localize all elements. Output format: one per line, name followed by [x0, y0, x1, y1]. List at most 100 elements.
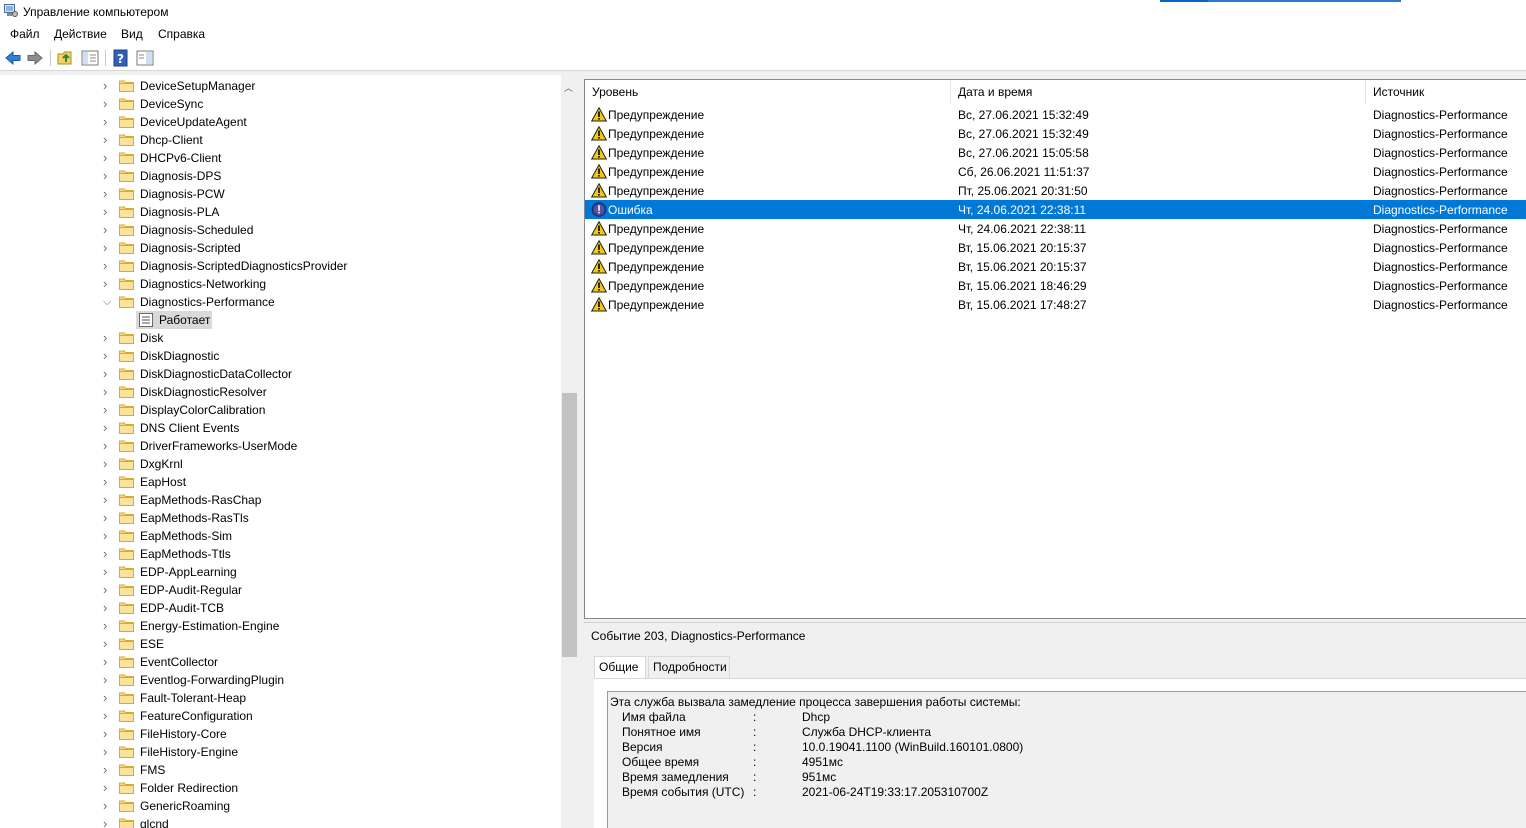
tree-item-folder[interactable]: › ESE — [0, 635, 560, 653]
tree-item-folder[interactable]: › Eventlog-ForwardingPlugin — [0, 671, 560, 689]
tree-item-folder[interactable]: › GenericRoaming — [0, 797, 560, 815]
tab-general[interactable]: Общие — [594, 656, 646, 679]
chevron-right-icon[interactable]: › — [103, 403, 113, 416]
chevron-right-icon[interactable]: › — [103, 421, 113, 434]
chevron-right-icon[interactable]: › — [103, 547, 113, 560]
tree-scrollbar[interactable]: ︿ — [561, 75, 578, 828]
tree-item-folder[interactable]: › EDP-Audit-Regular — [0, 581, 560, 599]
tree-item-folder[interactable]: › Diagnostics-Networking — [0, 275, 560, 293]
tree-item-folder[interactable]: › FeatureConfiguration — [0, 707, 560, 725]
tree-item-folder[interactable]: › Diagnosis-ScriptedDiagnosticsProvider — [0, 257, 560, 275]
tree-item-folder[interactable]: › EDP-Audit-TCB — [0, 599, 560, 617]
tree-item-folder[interactable]: › Disk — [0, 329, 560, 347]
chevron-right-icon[interactable]: › — [103, 745, 113, 758]
tree-item-folder[interactable]: › Diagnosis-PCW — [0, 185, 560, 203]
chevron-right-icon[interactable]: › — [103, 385, 113, 398]
chevron-right-icon[interactable]: › — [103, 709, 113, 722]
chevron-right-icon[interactable]: › — [103, 79, 113, 92]
show-hide-tree-icon[interactable] — [81, 49, 99, 67]
tree-item-folder[interactable]: › EapMethods-RasChap — [0, 491, 560, 509]
chevron-right-icon[interactable]: › — [103, 475, 113, 488]
pane-splitter[interactable] — [578, 75, 583, 828]
chevron-right-icon[interactable]: › — [103, 331, 113, 344]
chevron-right-icon[interactable]: › — [103, 691, 113, 704]
event-row[interactable]: Предупреждение Чт, 24.06.2021 22:38:11 Dia… — [585, 219, 1526, 238]
event-row[interactable]: Предупреждение Пт, 25.06.2021 20:31:50 Dia… — [585, 181, 1526, 200]
tree-item-folder[interactable]: › DiskDiagnosticResolver — [0, 383, 560, 401]
chevron-right-icon[interactable]: › — [103, 619, 113, 632]
event-row[interactable]: Предупреждение Вт, 15.06.2021 18:46:29 Dia… — [585, 276, 1526, 295]
chevron-right-icon[interactable]: › — [103, 601, 113, 614]
tree-item-folder[interactable]: › DriverFrameworks-UserMode — [0, 437, 560, 455]
tree-item-folder[interactable]: › DiskDiagnostic — [0, 347, 560, 365]
tree-item-folder[interactable]: › DxgKrnl — [0, 455, 560, 473]
tree-item-folder[interactable]: › Dhcp-Client — [0, 131, 560, 149]
back-arrow-icon[interactable] — [4, 49, 22, 67]
menu-action[interactable]: Действие — [54, 27, 107, 41]
tree-item-folder[interactable]: › EventCollector — [0, 653, 560, 671]
event-row[interactable]: Предупреждение Вс, 27.06.2021 15:32:49 Dia… — [585, 124, 1526, 143]
tree-item-folder[interactable]: › Fault-Tolerant-Heap — [0, 689, 560, 707]
tree-item-folder[interactable]: › EapMethods-Sim — [0, 527, 560, 545]
tree-item-folder[interactable]: › EapMethods-RasTls — [0, 509, 560, 527]
tree-item-folder[interactable]: › DeviceSetupManager — [0, 77, 560, 95]
column-date-time[interactable]: Дата и время — [951, 80, 1366, 104]
chevron-right-icon[interactable]: › — [103, 277, 113, 290]
chevron-right-icon[interactable]: › — [103, 241, 113, 254]
chevron-right-icon[interactable]: › — [103, 817, 113, 828]
event-row[interactable]: Предупреждение Вт, 15.06.2021 20:15:37 Dia… — [585, 238, 1526, 257]
chevron-right-icon[interactable]: › — [103, 673, 113, 686]
tree-item-folder[interactable]: › glcnd — [0, 815, 560, 828]
tree-item-folder[interactable]: › EapHost — [0, 473, 560, 491]
up-folder-icon[interactable] — [57, 49, 75, 67]
tree-item-folder[interactable]: › Diagnosis-Scheduled — [0, 221, 560, 239]
chevron-right-icon[interactable]: › — [103, 493, 113, 506]
forward-arrow-icon[interactable] — [26, 49, 44, 67]
tree-scrollbar-thumb[interactable] — [562, 393, 577, 657]
event-row[interactable]: Предупреждение Вт, 15.06.2021 20:15:37 Dia… — [585, 257, 1526, 276]
tree-item-folder[interactable]: › Diagnosis-DPS — [0, 167, 560, 185]
chevron-right-icon[interactable]: › — [103, 187, 113, 200]
chevron-right-icon[interactable]: › — [103, 97, 113, 110]
event-row[interactable]: Предупреждение Вс, 27.06.2021 15:32:49 Dia… — [585, 105, 1526, 124]
chevron-right-icon[interactable]: › — [103, 259, 113, 272]
tree-item-folder[interactable]: › FileHistory-Core — [0, 725, 560, 743]
chevron-right-icon[interactable]: › — [103, 349, 113, 362]
chevron-right-icon[interactable]: › — [103, 655, 113, 668]
chevron-right-icon[interactable]: › — [103, 133, 113, 146]
event-description[interactable]: Эта служба вызвала замедление процесса з… — [607, 691, 1526, 828]
event-row[interactable]: Ошибка Чт, 24.06.2021 22:38:11 Diagnostics… — [585, 200, 1526, 219]
tree-item-folder[interactable]: › EDP-AppLearning — [0, 563, 560, 581]
chevron-right-icon[interactable]: › — [103, 781, 113, 794]
chevron-right-icon[interactable]: › — [103, 565, 113, 578]
event-row[interactable]: Предупреждение Вт, 15.06.2021 17:48:27 Dia… — [585, 295, 1526, 314]
column-level[interactable]: Уровень — [585, 80, 951, 104]
tree-item-folder[interactable]: › DeviceSync — [0, 95, 560, 113]
chevron-right-icon[interactable]: › — [103, 727, 113, 740]
chevron-right-icon[interactable]: › — [103, 529, 113, 542]
event-row[interactable]: Предупреждение Вс, 27.06.2021 15:05:58 Dia… — [585, 143, 1526, 162]
chevron-right-icon[interactable]: › — [103, 511, 113, 524]
chevron-right-icon[interactable]: › — [103, 367, 113, 380]
action-pane-icon[interactable] — [136, 49, 154, 67]
column-source[interactable]: Источник — [1366, 80, 1526, 104]
menu-view[interactable]: Вид — [121, 27, 143, 41]
tree-item-folder[interactable]: › DiskDiagnosticDataCollector — [0, 365, 560, 383]
tree-item-folder[interactable]: › FMS — [0, 761, 560, 779]
tree-item-folder[interactable]: › FileHistory-Engine — [0, 743, 560, 761]
tree-item-folder[interactable]: › Energy-Estimation-Engine — [0, 617, 560, 635]
scroll-up-arrow-icon[interactable]: ︿ — [564, 81, 573, 94]
chevron-right-icon[interactable]: › — [103, 583, 113, 596]
chevron-right-icon[interactable]: › — [103, 115, 113, 128]
tree-item-folder[interactable]: ⌵ Diagnostics-Performance — [0, 293, 560, 311]
menu-help[interactable]: Справка — [158, 27, 205, 41]
event-row[interactable]: Предупреждение Сб, 26.06.2021 11:51:37 Dia… — [585, 162, 1526, 181]
tree-item-folder[interactable]: › Folder Redirection — [0, 779, 560, 797]
chevron-right-icon[interactable]: › — [103, 439, 113, 452]
chevron-right-icon[interactable]: › — [103, 637, 113, 650]
chevron-right-icon[interactable]: › — [103, 457, 113, 470]
chevron-right-icon[interactable]: › — [103, 799, 113, 812]
chevron-right-icon[interactable]: › — [103, 763, 113, 776]
help-icon[interactable]: ? — [112, 49, 130, 67]
tab-details[interactable]: Подробности — [648, 656, 730, 678]
